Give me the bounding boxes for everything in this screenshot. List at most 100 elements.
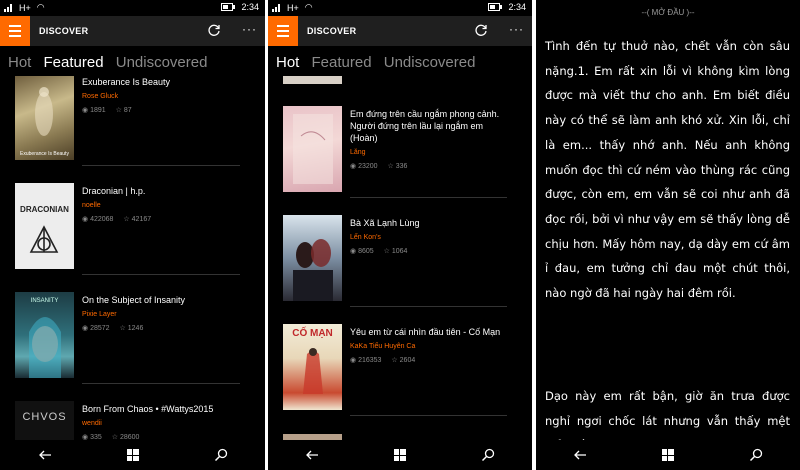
back-icon[interactable] [305,448,319,462]
phone-screen-hot: H+ ◠ 2:34 DISCOVER ··· Hot Featured Undi… [268,0,532,470]
list-item[interactable]: CỐ MẠN Yêu em từ cái nhìn đầu tiên - Cố … [283,324,507,416]
eye-icon: ◉ [350,357,359,364]
book-list: Em đứng trên cầu ngắm phong cảnh. Người … [268,76,532,440]
search-icon[interactable] [214,448,228,462]
reader-paragraph: Tình đến tự thuở nào, chết vẫn còn sâu n… [545,39,790,301]
status-bar: H+ ◠ 2:34 [0,0,265,14]
wifi-icon: ◠ [36,2,45,12]
cover-text: CHVOS [22,411,67,423]
book-title: Draconian | h.p. [82,186,146,196]
page-title: DISCOVER [39,26,89,36]
cover-text: CỐ MẠN [292,328,333,339]
book-title: Yêu em từ cái nhìn đầu tiên - Cố Mạn [350,327,501,337]
back-icon[interactable] [38,448,52,462]
list-item[interactable]: Em đứng trên cầu ngắm phong cảnh. Người … [283,106,507,198]
more-options-button[interactable]: ··· [509,22,524,36]
signal-icon [4,3,13,12]
system-nav-bar [268,440,532,470]
back-icon[interactable] [573,448,587,462]
eye-icon: ◉ [82,216,91,223]
deathly-hallows-icon [29,225,59,253]
book-list: Exuberance Is Beauty Exuberance Is Beaut… [0,76,265,440]
tab-hot[interactable]: Hot [8,54,31,71]
book-cover: Exuberance Is Beauty [15,76,74,160]
search-icon[interactable] [481,448,495,462]
divider [82,383,240,384]
windows-icon[interactable] [661,449,674,461]
status-time: 2:34 [508,2,526,12]
tab-featured[interactable]: Featured [44,54,104,71]
tab-hot[interactable]: Hot [276,54,299,71]
votes-count: ☆ 1064 [383,248,408,255]
book-author: Rose Gluck [82,93,119,100]
votes-count: ☆ 42167 [123,216,152,223]
divider [350,306,507,307]
list-item[interactable]: Bà Xã Lạnh Lùng Lến Kon's ◉ 8605 ☆ 1064 [283,215,507,307]
star-icon: ☆ [123,216,132,223]
votes-count: ☆ 1246 [119,325,144,332]
list-item[interactable]: DRACONIAN Draconian | h.p. noelle ◉ 4220… [15,183,240,275]
search-icon[interactable] [749,448,763,462]
book-author: Lến Kon's [350,234,381,241]
system-nav-bar [0,440,265,470]
list-item[interactable]: Exuberance Is Beauty Exuberance Is Beaut… [15,76,240,166]
book-author: wendii [82,420,102,427]
wifi-icon: ◠ [304,2,313,12]
votes-count: ☆ 2604 [391,357,416,364]
book-cover: CHVOS [15,401,74,440]
eye-icon: ◉ [82,107,91,114]
star-icon: ☆ [391,357,400,364]
signal-icon [272,3,281,12]
book-cover: DRACONIAN [15,183,74,269]
more-options-button[interactable]: ··· [242,22,257,36]
list-item[interactable]: CHVOS Born From Chaos • #Wattys2015 wend… [15,401,240,440]
book-author: Pixie Layer [82,311,117,318]
list-item[interactable]: INSANITY On the Subject of Insanity Pixi… [15,292,240,384]
refresh-icon[interactable] [474,23,488,37]
reads-count: ◉ 422068 [82,216,114,223]
tab-featured[interactable]: Featured [312,54,372,71]
book-cover [283,106,342,192]
tab-undiscovered[interactable]: Undiscovered [384,54,476,71]
cover-text: Exuberance Is Beauty [20,151,69,157]
book-title: On the Subject of Insanity [82,295,186,305]
reads-count: ◉ 28572 [82,325,110,332]
book-title: Exuberance Is Beauty [82,77,171,87]
book-author: Lăng [350,149,366,156]
status-time: 2:34 [241,2,259,12]
star-icon: ☆ [115,107,124,114]
network-type: H+ [19,2,31,13]
app-bar: DISCOVER ··· [268,16,532,46]
windows-icon[interactable] [393,449,406,461]
book-cover: CỐ MẠN [283,324,342,410]
divider [82,274,240,275]
book-title: Born From Chaos • #Wattys2015 [82,404,214,414]
eye-icon: ◉ [82,325,91,332]
book-cover-partial [283,76,342,84]
reads-count: ◉ 1891 [82,107,106,114]
menu-icon[interactable] [0,16,30,46]
chapter-header: --( MỞ ĐẦU )-- [641,8,695,17]
reads-count: ◉ 216353 [350,357,382,364]
book-title: Em đứng trên cầu ngắm phong cảnh. Người … [350,109,500,143]
eye-icon: ◉ [350,163,359,170]
book-author: noelle [82,202,101,209]
menu-icon[interactable] [268,16,298,46]
status-bar: H+ ◠ 2:34 [268,0,532,14]
app-bar: DISCOVER ··· [0,16,265,46]
windows-icon[interactable] [126,449,139,461]
battery-icon [488,3,503,11]
star-icon: ☆ [387,163,396,170]
phone-screen-reader: --( MỞ ĐẦU )-- Tình đến tự thuở nào, chế… [536,0,800,470]
book-title: Bà Xã Lạnh Lùng [350,218,420,228]
book-cover: INSANITY [15,292,74,378]
star-icon: ☆ [383,248,392,255]
tab-strip: Hot Featured Undiscovered [8,54,265,74]
divider [82,165,240,166]
book-cover [283,215,342,301]
reads-count: ◉ 23200 [350,163,378,170]
phone-screen-featured: H+ ◠ 2:34 DISCOVER ··· Hot Featured Undi… [0,0,265,470]
refresh-icon[interactable] [207,23,221,37]
cover-text: INSANITY [30,298,59,304]
tab-undiscovered[interactable]: Undiscovered [116,54,208,71]
